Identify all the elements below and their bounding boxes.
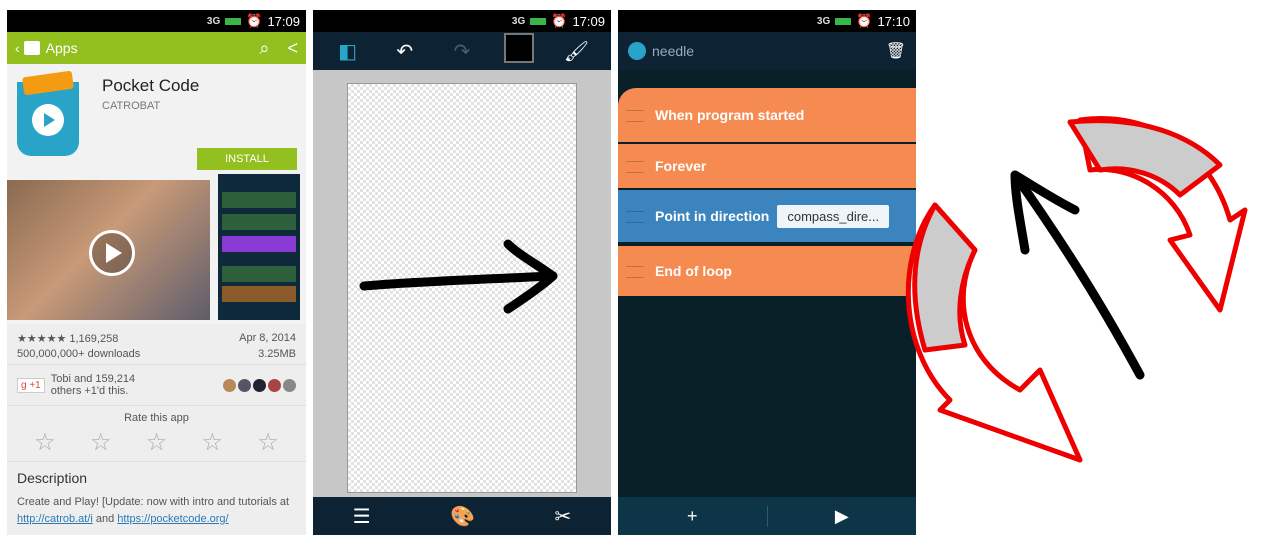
description-prefix: Create and Play! [Update: now with intro…	[17, 496, 290, 508]
back-icon[interactable]: ‹	[15, 40, 20, 56]
drag-handle-icon[interactable]	[626, 110, 644, 122]
promo-video-thumbnail[interactable]	[7, 180, 210, 320]
avatar	[223, 378, 236, 392]
drag-handle-icon[interactable]	[626, 266, 644, 278]
star-icon[interactable]: ☆	[146, 428, 168, 457]
script-editor-screen: 3G ⏰ 17:10 needle 🗑 When program started…	[618, 10, 916, 535]
catrobat-link[interactable]: http://catrob.at/i	[17, 513, 93, 525]
paint-editor-screen: 3G ⏰ 17:09 ◧ ↶ ↷ 🖌 ☰ 🎨 ✂	[313, 10, 611, 535]
star-icon[interactable]: ☆	[202, 428, 224, 457]
paint-bottom-bar: ☰ 🎨 ✂	[313, 497, 611, 535]
drag-handle-icon[interactable]	[626, 161, 644, 173]
developer-name[interactable]: CATROBAT	[102, 100, 160, 112]
screenshot-gallery[interactable]	[7, 174, 306, 324]
menu-icon[interactable]: ☰	[353, 504, 371, 529]
redo-icon[interactable]: ↷	[433, 39, 490, 64]
status-bar: 3G ⏰ 17:09	[313, 10, 611, 32]
download-count: 500,000,000+ downloads	[17, 348, 141, 360]
avatar	[283, 378, 296, 392]
brush-tool-icon[interactable]: 🖌	[548, 39, 605, 64]
drag-handle-icon[interactable]	[626, 211, 644, 223]
status-bar: 3G ⏰ 17:10	[618, 10, 916, 32]
play-button[interactable]: ▶	[766, 505, 917, 527]
network-indicator: 3G	[206, 15, 221, 27]
drawing-canvas[interactable]	[347, 83, 577, 493]
play-store-icon[interactable]	[23, 41, 40, 55]
share-icon[interactable]: <	[287, 38, 298, 59]
arrow-drawing	[359, 239, 558, 314]
alarm-icon: ⏰	[856, 13, 873, 28]
rate-stars: ☆ ☆ ☆ ☆ ☆	[7, 424, 306, 461]
battery-icon	[530, 17, 547, 25]
color-swatch-wrap	[491, 33, 548, 69]
brick-label: When program started	[655, 107, 805, 123]
clock: 17:09	[267, 13, 300, 29]
alarm-icon: ⏰	[551, 13, 568, 28]
sprite-title: needle	[652, 43, 695, 59]
brick-end-of-loop[interactable]: End of loop	[618, 246, 916, 296]
palette-icon[interactable]: 🎨	[450, 504, 475, 529]
play-store-screen: 3G ⏰ 17:09 ‹ Apps ⌕ < Pocket Code CATROB…	[7, 10, 306, 535]
status-bar: 3G ⏰ 17:09	[7, 10, 306, 32]
battery-icon	[225, 17, 242, 25]
app-size: 3.25MB	[258, 348, 296, 360]
brick-label: Forever	[655, 158, 707, 174]
avatar	[268, 378, 281, 392]
star-icon[interactable]: ☆	[34, 428, 56, 457]
clock: 17:10	[877, 13, 910, 29]
plus-one-text-1: Tobi and 159,214	[50, 373, 136, 385]
needle-arrow	[1010, 170, 1145, 380]
play-video-icon[interactable]	[89, 230, 135, 276]
undo-icon[interactable]: ↶	[376, 39, 433, 64]
app-header: Pocket Code CATROBAT INSTALL	[7, 64, 306, 174]
brick-label: Point in direction	[655, 208, 770, 224]
store-action-bar: ‹ Apps ⌕ <	[7, 32, 306, 64]
brick-forever[interactable]: Forever	[618, 144, 916, 188]
avatar	[238, 378, 251, 392]
paint-toolbar: ◧ ↶ ↷ 🖌	[313, 32, 611, 70]
brick-when-program-started[interactable]: When program started	[618, 88, 916, 142]
script-bottom-bar: + ▶	[618, 497, 916, 535]
brick-label: End of loop	[655, 263, 732, 279]
app-name: Pocket Code	[102, 76, 200, 95]
loop-arrows-graphic	[905, 116, 1248, 463]
plus-one-button[interactable]: g +1	[17, 377, 45, 393]
install-button[interactable]: INSTALL	[197, 148, 297, 170]
pocket-paint-icon[interactable]: ◧	[319, 39, 376, 64]
alarm-icon: ⏰	[246, 13, 263, 28]
clock: 17:09	[572, 13, 605, 29]
trash-icon[interactable]: 🗑	[886, 41, 906, 61]
search-icon[interactable]: ⌕	[259, 38, 269, 59]
rating-count: 1,169,258	[69, 333, 119, 345]
description-text: Create and Play! [Update: now with intro…	[7, 494, 306, 528]
star-icon[interactable]: ☆	[257, 428, 279, 457]
app-screenshot[interactable]	[218, 174, 300, 320]
network-indicator: 3G	[511, 15, 526, 27]
description-heading: Description	[7, 461, 306, 494]
add-brick-button[interactable]: +	[618, 506, 767, 527]
pocket-code-app-icon	[17, 70, 79, 156]
script-action-bar: needle 🗑	[618, 32, 916, 70]
friend-avatars	[223, 378, 296, 392]
brick-point-in-direction[interactable]: Point in direction compass_dire...	[618, 190, 916, 242]
rate-label: Rate this app	[7, 405, 306, 424]
section-title[interactable]: Apps	[46, 40, 78, 56]
star-icon[interactable]: ☆	[90, 428, 112, 457]
app-stats: ★★★★★ 1,169,258 Apr 8, 2014 500,000,000+…	[7, 324, 306, 360]
update-date: Apr 8, 2014	[239, 332, 296, 344]
direction-value-field[interactable]: compass_dire...	[777, 204, 890, 228]
pocket-code-icon[interactable]	[628, 42, 646, 60]
color-picker-button[interactable]	[504, 33, 535, 63]
plus-one-row: g +1 Tobi and 159,214 others +1'd this.	[7, 364, 306, 405]
description-mid: and	[92, 513, 118, 525]
battery-icon	[835, 17, 852, 25]
network-indicator: 3G	[816, 15, 831, 27]
tools-icon[interactable]: ✂	[554, 504, 571, 529]
plus-one-text-2: others +1'd this.	[50, 385, 129, 397]
pocketcode-link[interactable]: https://pocketcode.org/	[117, 513, 228, 525]
rating-stars: ★★★★★	[17, 333, 67, 345]
avatar	[253, 378, 266, 392]
